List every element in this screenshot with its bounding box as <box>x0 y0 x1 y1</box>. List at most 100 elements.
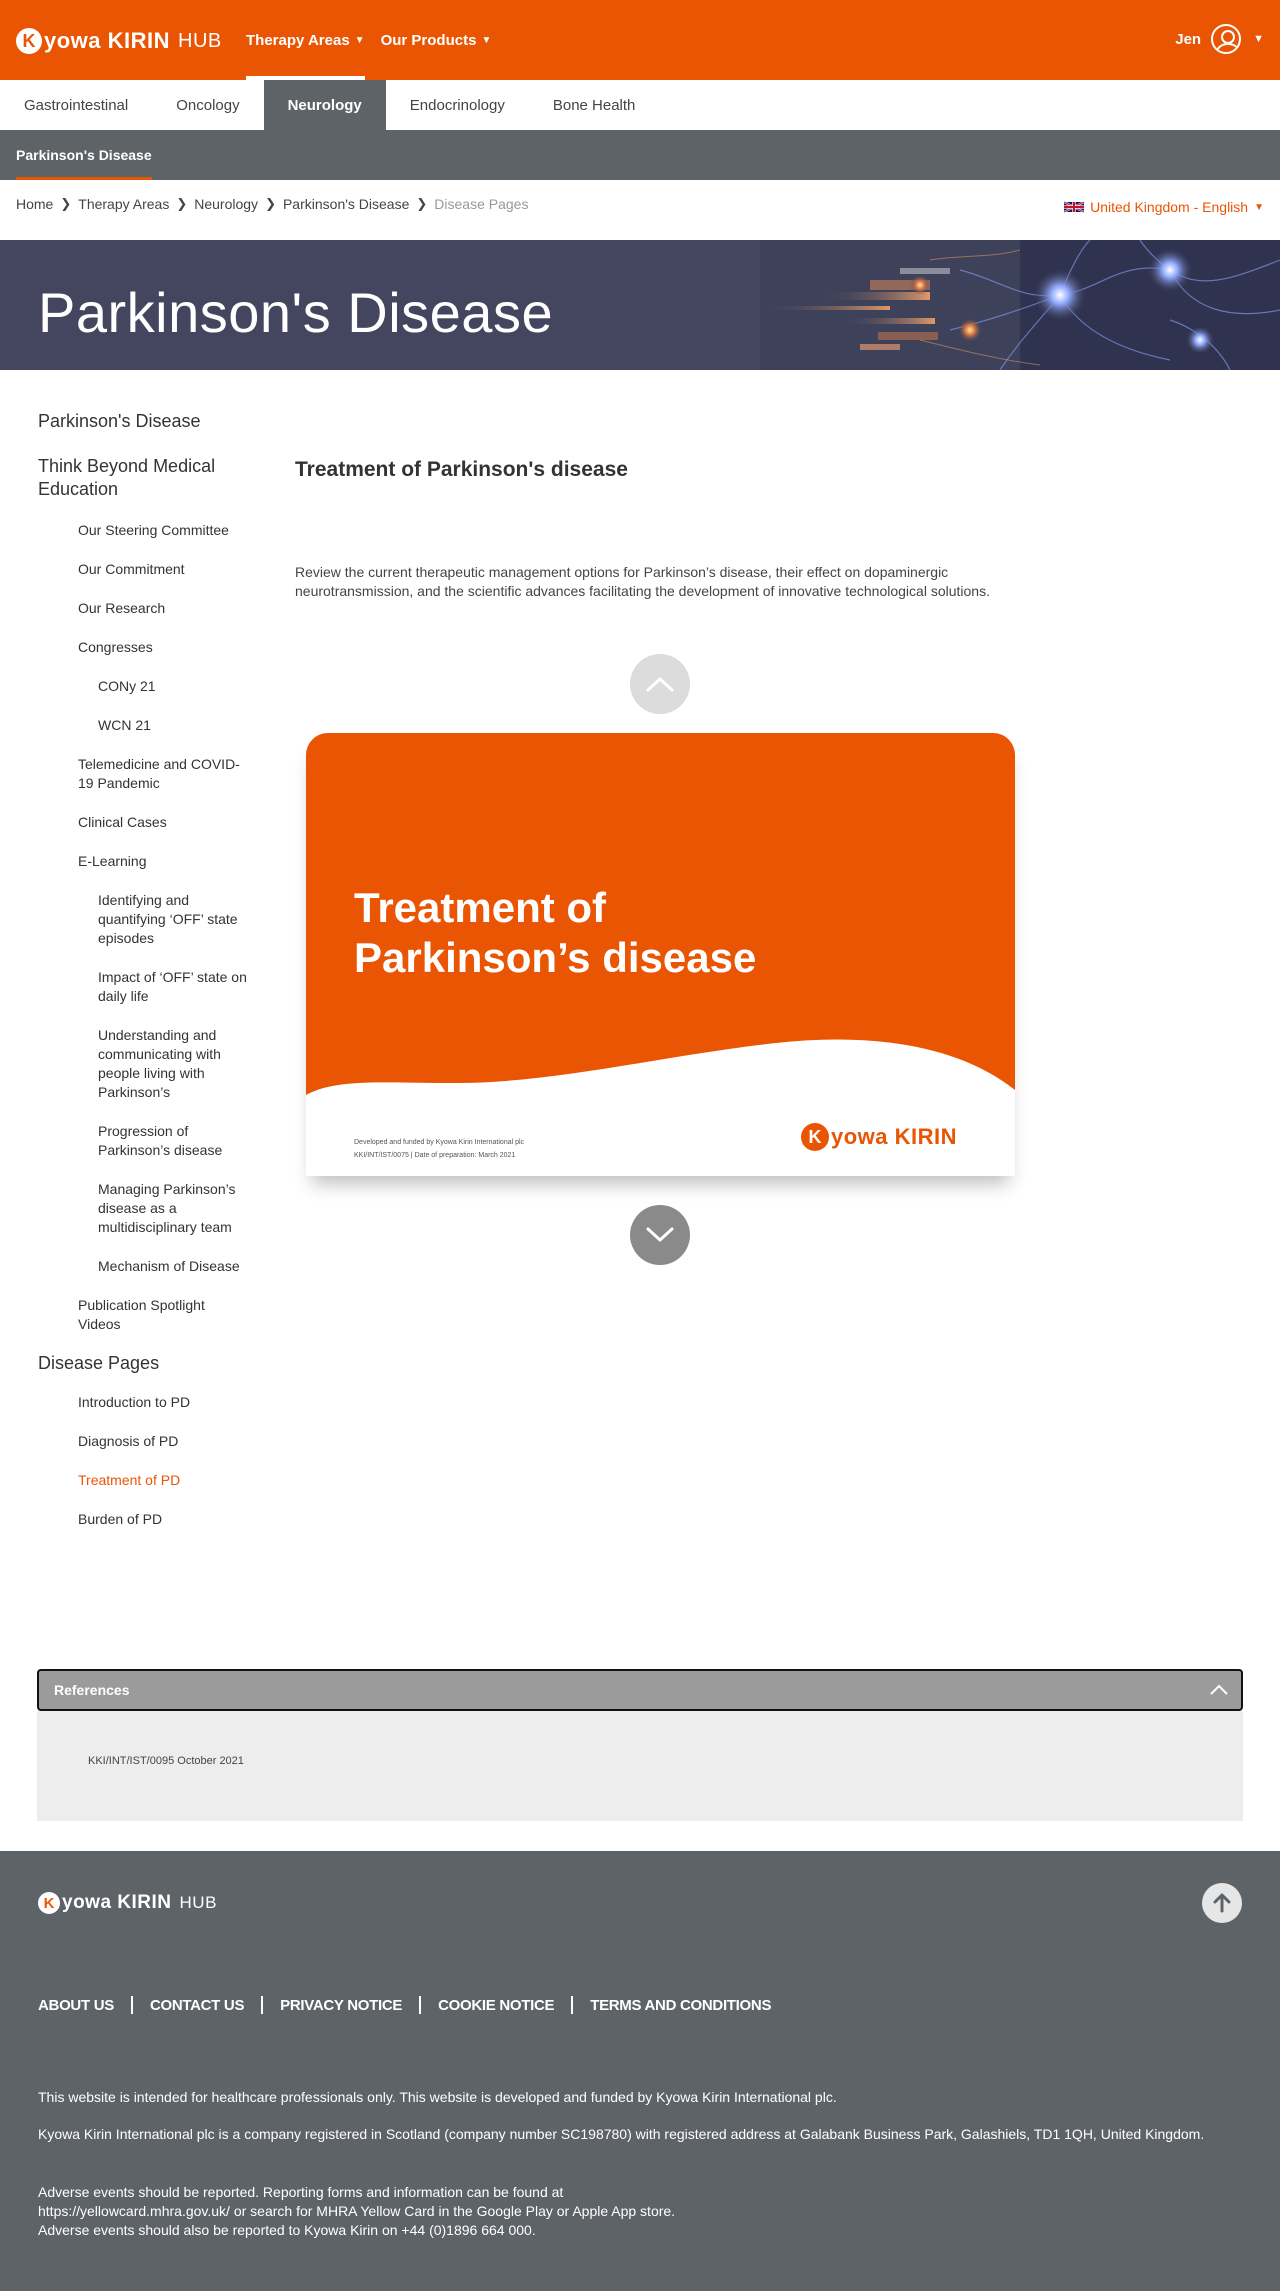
breadcrumb: Home ❯ Therapy Areas ❯ Neurology ❯ Parkinso… <box>16 196 528 212</box>
footer-link-cookie-notice[interactable]: COOKIE NOTICE <box>438 1997 554 2014</box>
chevron-up-icon <box>646 677 674 692</box>
site-footer: K yowa KIRIN HUB ABOUT US CONTACT US PRI… <box>0 1851 1280 2291</box>
sidebar-item-mechanism[interactable]: Mechanism of Disease <box>38 1257 248 1276</box>
footer-adverse-line: Adverse events should also be reported t… <box>38 2222 536 2238</box>
sidebar-item-understanding[interactable]: Understanding and communicating with peo… <box>38 1026 248 1102</box>
sidebar-item-think-beyond[interactable]: Think Beyond Medical Education <box>38 455 248 501</box>
therapy-area-tabs: Gastrointestinal Oncology Neurology Endo… <box>0 80 1280 130</box>
slide-title: Treatment of Parkinson’s disease <box>354 883 756 983</box>
logo-mark: K <box>801 1123 829 1151</box>
sidebar-item-progression[interactable]: Progression of Parkinson’s disease <box>38 1122 248 1160</box>
course-slide-card[interactable]: Treatment of Parkinson’s disease Develop… <box>306 733 1015 1176</box>
sidebar-item-wcn21[interactable]: WCN 21 <box>38 716 248 735</box>
footer-company-info: Kyowa Kirin International plc is a compa… <box>38 2126 1205 2142</box>
nav-therapy-areas[interactable]: Therapy Areas ▼ <box>246 0 365 80</box>
footer-disclaimer: This website is intended for healthcare … <box>38 2089 837 2105</box>
chevron-right-icon: ❯ <box>60 196 72 211</box>
user-menu[interactable]: Jen ▼ <box>1175 24 1264 54</box>
sidebar-item-publication-spotlight[interactable]: Publication Spotlight Videos <box>38 1296 248 1334</box>
footer-divider <box>571 1996 574 2014</box>
footer-logo[interactable]: K yowa KIRIN HUB <box>38 1888 217 1918</box>
arrow-up-icon <box>1213 1893 1231 1913</box>
caret-down-icon: ▼ <box>481 34 492 46</box>
tab-gastrointestinal[interactable]: Gastrointestinal <box>0 80 152 130</box>
tab-oncology[interactable]: Oncology <box>152 80 263 130</box>
sidebar-item-identifying-off[interactable]: Identifying and quantifying ‘OFF’ state … <box>38 891 248 948</box>
subnav-parkinsons-disease[interactable]: Parkinson's Disease <box>0 130 168 180</box>
caret-down-icon: ▼ <box>354 34 365 46</box>
carousel-up-button[interactable] <box>630 654 690 714</box>
sidebar-item-burden-pd[interactable]: Burden of PD <box>38 1510 248 1529</box>
carousel-down-button[interactable] <box>630 1205 690 1265</box>
logo-wordmark: yowa KIRIN <box>831 1124 958 1149</box>
content-title: Treatment of Parkinson's disease <box>295 458 628 481</box>
logo-wordmark: yowa KIRIN <box>62 1892 172 1913</box>
references-code: KKI/INT/IST/0095 October 2021 <box>88 1755 244 1767</box>
slide-title-line: Parkinson’s disease <box>354 934 757 981</box>
sidebar-item-congresses[interactable]: Congresses <box>38 638 248 657</box>
primary-nav: Therapy Areas ▼ Our Products ▼ <box>246 0 507 80</box>
breadcrumb-home: Home <box>16 196 54 212</box>
sidebar-item-e-learning[interactable]: E-Learning <box>38 852 248 871</box>
logo-hub-text: HUB <box>178 29 222 52</box>
footer-link-privacy-notice[interactable]: PRIVACY NOTICE <box>280 1997 402 2014</box>
caret-down-icon: ▼ <box>1254 201 1264 213</box>
logo-mark: K <box>16 28 42 54</box>
kyowa-kirin-hub-logo[interactable]: K yowa KIRIN HUB <box>16 26 222 56</box>
breadcrumb-current: Disease Pages <box>434 196 529 212</box>
sidebar-item-telemedicine[interactable]: Telemedicine and COVID-19 Pandemic <box>38 755 248 793</box>
chevron-right-icon: ❯ <box>416 196 428 211</box>
sidebar-item-treatment-pd[interactable]: Treatment of PD <box>38 1471 248 1490</box>
footer-link-about-us[interactable]: ABOUT US <box>38 1997 114 2014</box>
references-title: References <box>54 1682 130 1698</box>
sidebar-item-managing[interactable]: Managing Parkinson’s disease as a multid… <box>38 1180 248 1237</box>
tab-bone-health[interactable]: Bone Health <box>529 80 660 130</box>
back-to-top-button[interactable] <box>1202 1883 1242 1923</box>
breadcrumb-therapy-areas: Therapy Areas <box>78 196 170 212</box>
chevron-right-icon: ❯ <box>176 196 188 211</box>
slide-footnote-line: Developed and funded by Kyowa Kirin Inte… <box>354 1139 525 1146</box>
sidebar-item-impact-off[interactable]: Impact of ‘OFF’ state on daily life <box>38 968 248 1006</box>
chevron-right-icon: ❯ <box>265 196 276 211</box>
footer-adverse-line: Adverse events should be reported. Repor… <box>38 2184 564 2200</box>
sidebar-item-intro-pd[interactable]: Introduction to PD <box>38 1393 248 1412</box>
user-name: Jen <box>1175 30 1202 48</box>
footer-link-terms[interactable]: TERMS AND CONDITIONS <box>590 1997 771 2014</box>
hero-banner: Parkinson's Disease <box>0 240 1280 370</box>
slide-footnote: Developed and funded by Kyowa Kirin Inte… <box>354 1136 524 1162</box>
sidebar-item-parkinsons[interactable]: Parkinson's Disease <box>38 410 248 433</box>
nav-therapy-areas-label: Therapy Areas <box>246 31 350 49</box>
sub-navigation-bar: Parkinson's Disease <box>0 130 1280 180</box>
uk-flag-icon <box>1064 201 1085 213</box>
locale-label: United Kingdom - English <box>1090 199 1249 215</box>
slide-title-line: Treatment of <box>354 884 607 931</box>
sidebar-item-our-commitment[interactable]: Our Commitment <box>38 560 248 579</box>
footer-divider <box>419 1996 422 2014</box>
locale-selector[interactable]: United Kingdom - English ▼ <box>1064 199 1264 215</box>
tab-endocrinology[interactable]: Endocrinology <box>386 80 529 130</box>
nav-our-products[interactable]: Our Products ▼ <box>381 0 492 80</box>
sidebar-item-our-research[interactable]: Our Research <box>38 599 248 618</box>
footer-divider <box>261 1996 264 2014</box>
references-accordion-header[interactable]: References <box>37 1669 1243 1711</box>
logo-hub-text: HUB <box>179 1893 217 1912</box>
sidebar-item-cony21[interactable]: CONy 21 <box>38 677 248 696</box>
sidebar-item-clinical-cases[interactable]: Clinical Cases <box>38 813 248 832</box>
breadcrumb-neurology: Neurology <box>194 196 259 212</box>
breadcrumb-item[interactable]: Home ❯ <box>16 196 78 212</box>
sidebar-item-diagnosis-pd[interactable]: Diagnosis of PD <box>38 1432 248 1451</box>
sidebar-item-steering-committee[interactable]: Our Steering Committee <box>38 521 248 540</box>
sidebar-item-disease-pages[interactable]: Disease Pages <box>38 1352 248 1375</box>
user-circle-icon <box>1211 24 1242 54</box>
footer-link-contact-us[interactable]: CONTACT US <box>150 1997 245 2014</box>
footer-adverse-line[interactable]: https://yellowcard.mhra.gov.uk/ or searc… <box>38 2202 1218 2221</box>
tab-neurology[interactable]: Neurology <box>263 80 386 130</box>
caret-down-icon: ▼ <box>1253 33 1264 45</box>
breadcrumb-item[interactable]: Parkinson's Disease ❯ <box>283 196 434 212</box>
neuron-illustration <box>760 240 1280 370</box>
footer-divider <box>130 1996 133 2014</box>
nav-our-products-label: Our Products <box>380 31 477 49</box>
footer-adverse-events: Adverse events should be reported. Repor… <box>38 2183 1218 2240</box>
breadcrumb-item[interactable]: Therapy Areas ❯ <box>78 196 194 212</box>
breadcrumb-item[interactable]: Neurology ❯ <box>194 196 283 212</box>
